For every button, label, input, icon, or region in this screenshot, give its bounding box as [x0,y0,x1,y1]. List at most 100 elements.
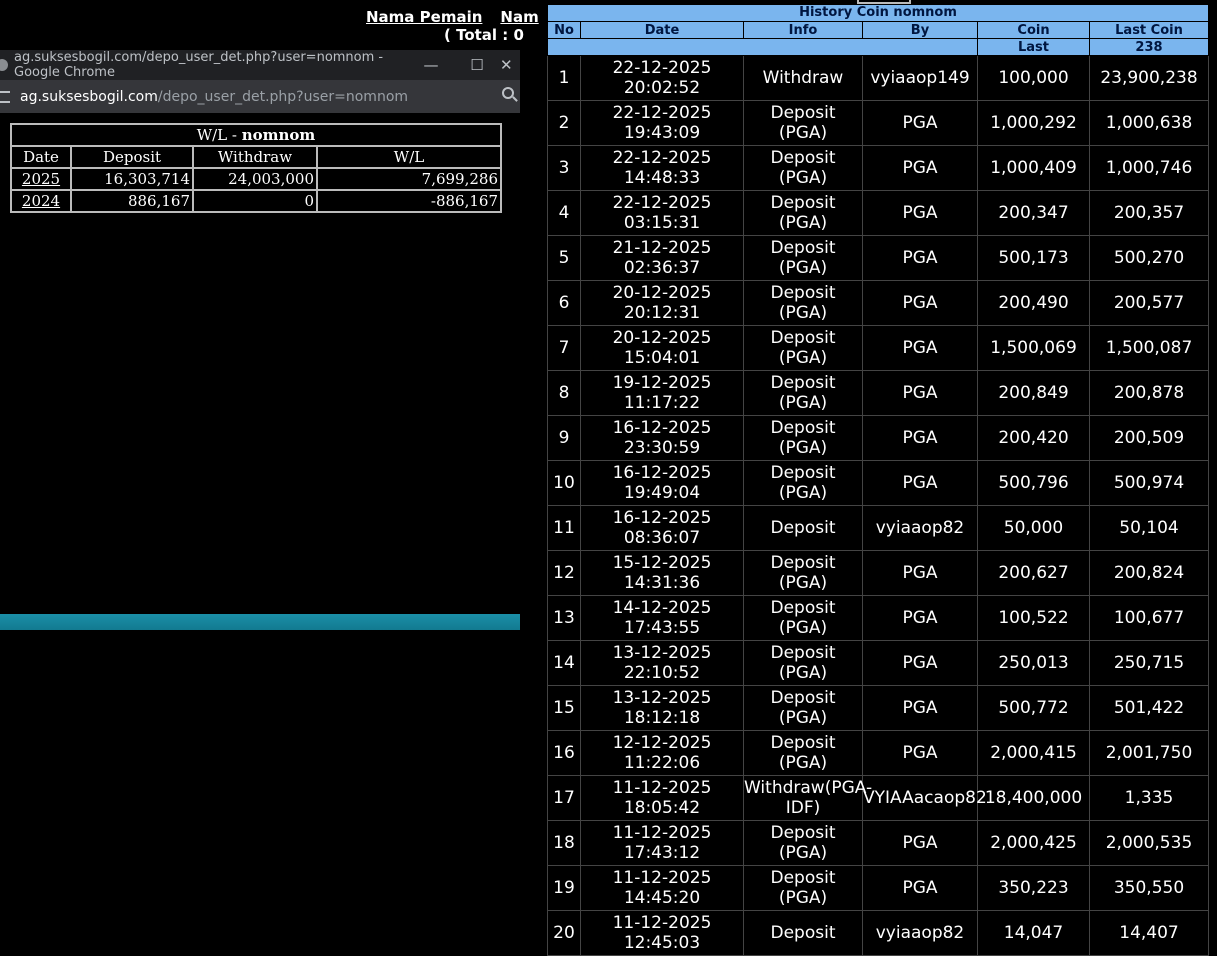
row-by-by: PGA [902,698,938,718]
wl-withdraw: 0 [192,189,318,213]
nama-pemain-link[interactable]: Nama Pemain [366,8,482,26]
row-coin-coin: 2,000,415 [990,743,1077,763]
row-info: Withdraw [743,55,863,101]
row-coin-coin: 500,173 [998,248,1069,268]
popup-window: ag.suksesbogil.com/depo_user_det.php?use… [0,50,520,630]
row-last-coin: 1,000,746 [1089,145,1209,191]
row-last-coin-last: 14,407 [1119,923,1179,943]
row-date: 11-12-2025 12:45:03 [580,910,744,956]
close-button[interactable]: ✕ [500,56,520,74]
row-info: Deposit (PGA) [743,280,863,326]
row-coin: 100,522 [977,595,1090,641]
row-date: 20-12-2025 20:12:31 [580,280,744,326]
wl-withdraw: 24,003,000 [192,167,318,191]
row-no-no: 6 [558,293,570,313]
row-no: 9 [547,415,581,461]
row-info-info: Deposit (PGA) [770,643,836,683]
col-last-coin: Last Coin [1089,21,1209,39]
row-no: 14 [547,640,581,686]
url-path: /depo_user_det.php?user=nomnom [157,88,409,105]
row-date: 11-12-2025 14:45:20 [580,865,744,911]
wl-title: W/L - nomnom [10,123,502,147]
history-row: 8 19-12-2025 11:17:22 Deposit (PGA) PGA 200,8… [547,370,1209,416]
row-by: PGA [862,595,978,641]
wl-table: W/L - nomnom Date Deposit Withdraw W/L 2… [10,123,502,213]
row-coin-coin: 1,000,292 [990,113,1077,133]
row-no-no: 19 [553,878,575,898]
subheader-last-label: Last [977,38,1090,56]
row-info: Deposit (PGA) [743,415,863,461]
window-titlebar[interactable]: ag.suksesbogil.com/depo_user_det.php?use… [0,50,520,80]
row-date-time: 03:15:31 [623,213,701,233]
row-info: Deposit [743,910,863,956]
address-bar[interactable]: ag.suksesbogil.com/depo_user_det.php?use… [0,80,520,113]
row-by-by: PGA [902,563,938,583]
row-by-by: PGA [902,203,938,223]
row-no: 19 [547,865,581,911]
row-last-coin: 1,500,087 [1089,325,1209,371]
row-no: 16 [547,730,581,776]
row-coin: 200,627 [977,550,1090,596]
row-no-no: 5 [558,248,570,268]
row-date: 22-12-2025 14:48:33 [580,145,744,191]
wl-year-link[interactable]: 2025 [22,170,60,188]
row-no: 7 [547,325,581,371]
wl-year-link[interactable]: 2024 [22,192,60,210]
row-last-coin: 200,357 [1089,190,1209,236]
history-row: 2 22-12-2025 19:43:09 Deposit (PGA) PGA 1,000… [547,100,1209,146]
history-row: 14 13-12-2025 22:10:52 Deposit (PGA) PGA 250,… [547,640,1209,686]
row-date-date: 15-12-2025 [612,553,712,573]
row-no-no: 20 [553,923,575,943]
history-row: 18 11-12-2025 17:43:12 Deposit (PGA) PGA 2,00… [547,820,1209,866]
history-table: History Coin nomnom No Date Info By Coin… [547,4,1209,956]
row-last-coin-last: 200,509 [1113,428,1185,448]
zoom-icon[interactable] [502,87,514,99]
row-info: Deposit (PGA) [743,325,863,371]
row-coin-coin: 200,490 [998,293,1069,313]
row-info-info: Deposit [770,923,836,943]
url-text[interactable]: ag.suksesbogil.com/depo_user_det.php?use… [20,89,408,105]
wl-title-user: nomnom [241,126,316,144]
popup-content: W/L - nomnom Date Deposit Withdraw W/L 2… [0,113,520,614]
row-coin-coin: 200,849 [998,383,1069,403]
wl-value: -886,167 [316,189,502,213]
row-last-coin: 200,577 [1089,280,1209,326]
row-date: 16-12-2025 08:36:07 [580,505,744,551]
row-last-coin: 501,422 [1089,685,1209,731]
row-by-by: PGA [902,113,938,133]
row-coin-coin: 1,000,409 [990,158,1077,178]
row-date: 11-12-2025 17:43:12 [580,820,744,866]
row-last-coin: 50,104 [1089,505,1209,551]
row-info-info: Deposit (PGA) [770,733,836,773]
row-no: 20 [547,910,581,956]
history-row: 11 16-12-2025 08:36:07 Deposit vyiaaop82 50,0… [547,505,1209,551]
history-row: 17 11-12-2025 18:05:42 Withdraw(PGA-IDF) VYI… [547,775,1209,821]
page-header-links: Nama Pemain Nam [366,8,557,26]
row-by-by: vyiaaop82 [875,518,965,538]
row-by: PGA [862,280,978,326]
site-info-icon[interactable] [0,90,10,103]
row-info-info: Deposit (PGA) [770,553,836,593]
row-last-coin: 1,000,638 [1089,100,1209,146]
row-no: 1 [547,55,581,101]
row-info-info: Deposit (PGA) [770,688,836,728]
row-by-by: PGA [902,428,938,448]
row-date-time: 14:31:36 [623,573,701,593]
row-last-coin-last: 1,335 [1124,788,1174,808]
row-no: 8 [547,370,581,416]
row-no-no: 16 [553,743,575,763]
row-date: 15-12-2025 14:31:36 [580,550,744,596]
row-coin: 200,849 [977,370,1090,416]
history-row: 13 14-12-2025 17:43:55 Deposit (PGA) PGA 100,… [547,595,1209,641]
row-date: 16-12-2025 23:30:59 [580,415,744,461]
row-no-no: 10 [553,473,575,493]
row-info: Deposit (PGA) [743,235,863,281]
row-info-info: Withdraw(PGA-IDF) [744,778,873,818]
row-no: 3 [547,145,581,191]
nama-cut-link[interactable]: Nam [500,8,538,26]
maximize-button[interactable]: ☐ [454,56,500,74]
col-info: Info [743,21,863,39]
row-by-by: PGA [902,833,938,853]
row-info: Deposit (PGA) [743,640,863,686]
minimize-button[interactable]: — [408,56,454,74]
